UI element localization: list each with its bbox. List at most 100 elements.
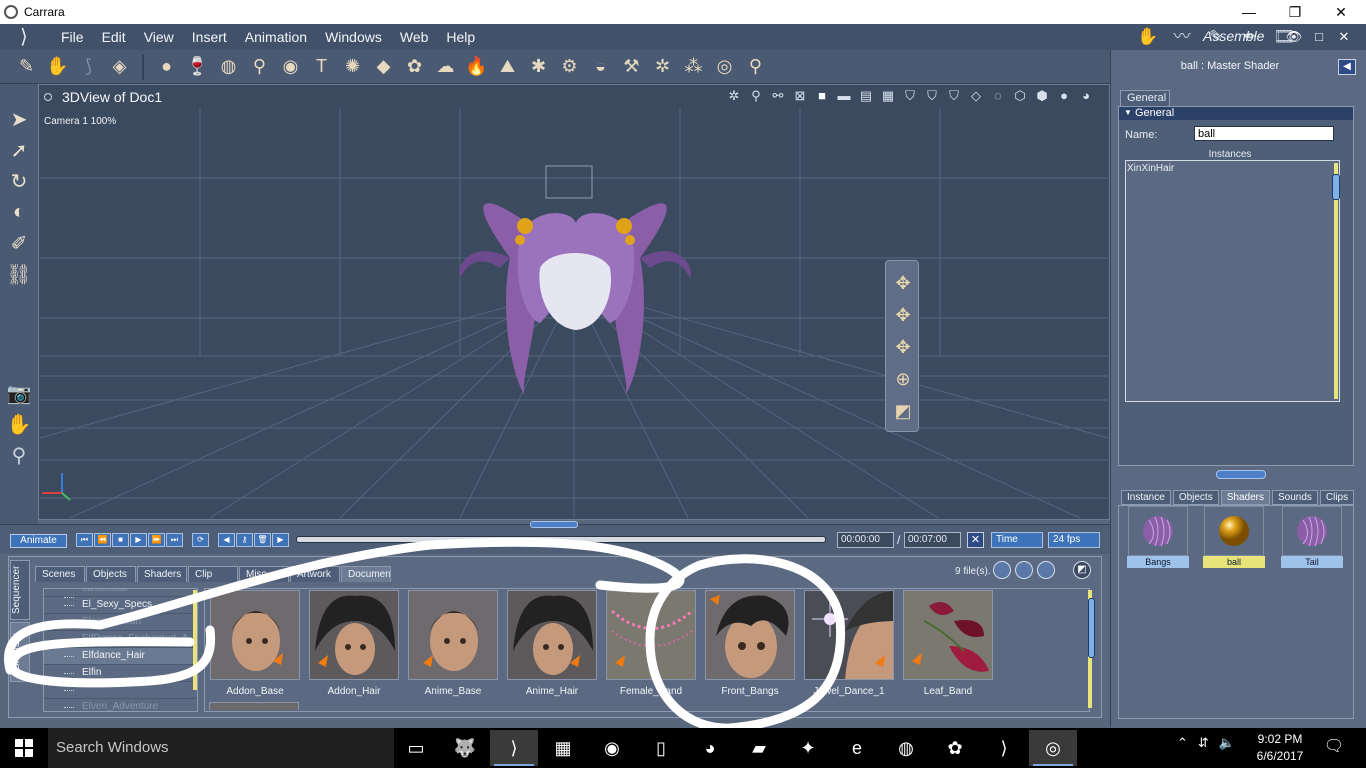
collapse-triangle-icon[interactable]: ▼ [1124,108,1132,117]
tree-object-icon[interactable]: ✿ [400,53,429,81]
thumbnail-item[interactable]: Leaf_Band [903,590,993,698]
move-arrow-icon[interactable]: ➚ [0,135,38,166]
menu-animation[interactable]: Animation [236,29,316,45]
bug-object-icon[interactable]: ✲ [648,53,677,81]
eye-object-icon[interactable]: ◉ [276,53,305,81]
thumbnail-item[interactable]: Addon_Hair [309,590,399,698]
goblet-icon[interactable]: 🍷 [183,53,212,81]
thumbnail-item[interactable]: Anime_Base [408,590,498,698]
figure-icon[interactable]: ⚲ [245,53,274,81]
end-time-field[interactable]: 00:07:00 [904,532,961,548]
tab-sounds[interactable]: Sounds [1271,490,1318,505]
pencil-tool-icon[interactable]: ✎ [12,53,41,81]
camera-icon[interactable]: 📷 [0,378,38,409]
reset-view-icon[interactable]: ◩ [886,395,920,427]
eye-icon[interactable]: 👁 [1285,28,1303,46]
volume-icon[interactable]: 🔈 [1219,735,1235,751]
task-view-icon[interactable]: ▭ [392,730,440,766]
minimize-button[interactable]: — [1226,0,1272,24]
key-icon[interactable]: ⚷ [236,533,253,547]
zoom-icon[interactable]: ⚲ [0,440,38,471]
folder-item-selected[interactable]: Elfdance_Hair [44,648,197,665]
bone-icon[interactable]: ⚲ [741,53,770,81]
tab-browser[interactable]: Browser [10,622,30,682]
taskbar-app-orange-icon[interactable]: ◉ [588,730,636,766]
tab-misc[interactable]: Misc. [239,566,289,582]
rotate-icon[interactable]: ↻ [0,166,38,197]
select-arrow-icon[interactable]: ➤ [0,104,38,135]
taskbar-app-gimp-icon[interactable]: 🐺 [441,730,489,766]
taskbar-search[interactable]: Search Windows [48,728,394,768]
go-end-icon[interactable]: ⏭ [166,533,183,547]
animate-button[interactable]: Animate [10,534,67,548]
taskbar-app-studio-icon[interactable]: ◎ [1029,730,1077,766]
sphere-icon[interactable]: ● [152,53,181,81]
dolly-xz-icon[interactable]: ✥ [886,299,920,331]
thumbnail-item[interactable]: Addon_Base [210,590,300,698]
single-view-icon[interactable]: ■ [813,87,831,105]
thumbnail-item[interactable]: Female_Band [606,590,696,698]
taskbar-app-daz-icon[interactable]: ✦ [784,730,832,766]
textured-sphere-icon[interactable]: ◕ [1077,87,1095,105]
tab-general[interactable]: General [1120,90,1170,106]
two-view-icon[interactable]: ▬ [835,87,853,105]
menu-view[interactable]: View [135,29,183,45]
network-icon[interactable]: ⇵ [1198,735,1209,751]
cloud-object-icon[interactable]: ☁ [431,53,460,81]
link-icon[interactable]: ⛓ [0,259,38,290]
hand-tool-icon[interactable]: ✋ [43,53,72,81]
lamp-icon[interactable]: ⚲ [747,87,765,105]
model-room-icon[interactable]: 〰 [1170,27,1194,47]
shader-swatch-tail[interactable]: Tail [1281,506,1343,568]
tab-objects[interactable]: Objects [1172,490,1219,505]
menu-web[interactable]: Web [391,29,438,45]
tab-artwork[interactable]: Artwork [290,566,340,582]
tray-chevron-icon[interactable]: ⌃ [1177,735,1188,751]
instances-list[interactable]: XinXinHair [1125,160,1340,402]
menu-file[interactable]: File [52,29,93,45]
shield-a-icon[interactable]: ⛉ [901,87,919,105]
folder-list[interactable]: easterstall El_Sexy_Specs ElegantSwan El… [43,588,198,712]
view-up-icon[interactable] [993,561,1011,579]
prev-key-icon[interactable]: ◀ [218,533,235,547]
render-area-icon[interactable]: ⊠ [791,87,809,105]
target-icon[interactable]: ◎ [710,53,739,81]
menu-windows[interactable]: Windows [316,29,391,45]
instances-scrollbar[interactable] [1332,174,1340,200]
view-grid-icon[interactable] [1015,561,1033,579]
panel-splitter[interactable] [1216,470,1266,479]
tab-document[interactable]: Document [341,566,391,582]
taskbar-app-calculator-icon[interactable]: ▦ [539,730,587,766]
tab-instance[interactable]: Instance [1121,490,1171,505]
panel-collapse-button[interactable]: ◀ [1338,59,1356,75]
tab-objects-browser[interactable]: Objects [86,566,136,582]
taskbar-app-carrara2-icon[interactable]: ⟩ [980,730,1028,766]
tab-scenes[interactable]: Scenes [35,566,85,582]
dolly-yz-icon[interactable]: ✥ [886,331,920,363]
doc-close-button[interactable]: ✕ [1335,28,1353,46]
fps-select[interactable]: 24 fps [1048,532,1100,548]
folder-item[interactable]: Elven_Adventure [44,699,197,711]
shield-b-icon[interactable]: ⛉ [923,87,941,105]
terrain-object-icon[interactable]: ⛰ [493,53,522,81]
thumbnail-item[interactable]: Anime_Hair [507,590,597,698]
render-tool-icon[interactable]: ◈ [105,53,134,81]
taskbar-clock[interactable]: 9:02 PM 6/6/2017 [1248,731,1312,765]
scale-icon[interactable]: ◐ [0,197,38,228]
shield-c-icon[interactable]: ⛉ [945,87,963,105]
tab-clip[interactable]: Clip [188,566,238,582]
bone-tool-icon[interactable]: ⟆ [74,53,103,81]
restore-button[interactable]: ❐ [1272,0,1318,24]
pan-hand-icon[interactable]: ✋ [0,409,38,440]
general-section-header[interactable]: General [1119,107,1353,120]
taskbar-app-color-icon[interactable]: ◕ [686,730,734,766]
timeline-slider[interactable] [296,536,826,543]
wireframe-icon[interactable]: ◌ [989,87,1007,105]
bowl-object-icon[interactable]: ◒ [586,53,615,81]
next-key-icon[interactable]: ▶ [272,533,289,547]
trackball-icon[interactable]: ⊕ [886,363,920,395]
assemble-room-icon[interactable]: ✋ [1136,27,1160,47]
folder-item[interactable]: ElegantSwan [44,614,197,631]
shaded-cube-icon[interactable]: ⬢ [1033,87,1051,105]
go-start-icon[interactable]: ⏮ [76,533,93,547]
